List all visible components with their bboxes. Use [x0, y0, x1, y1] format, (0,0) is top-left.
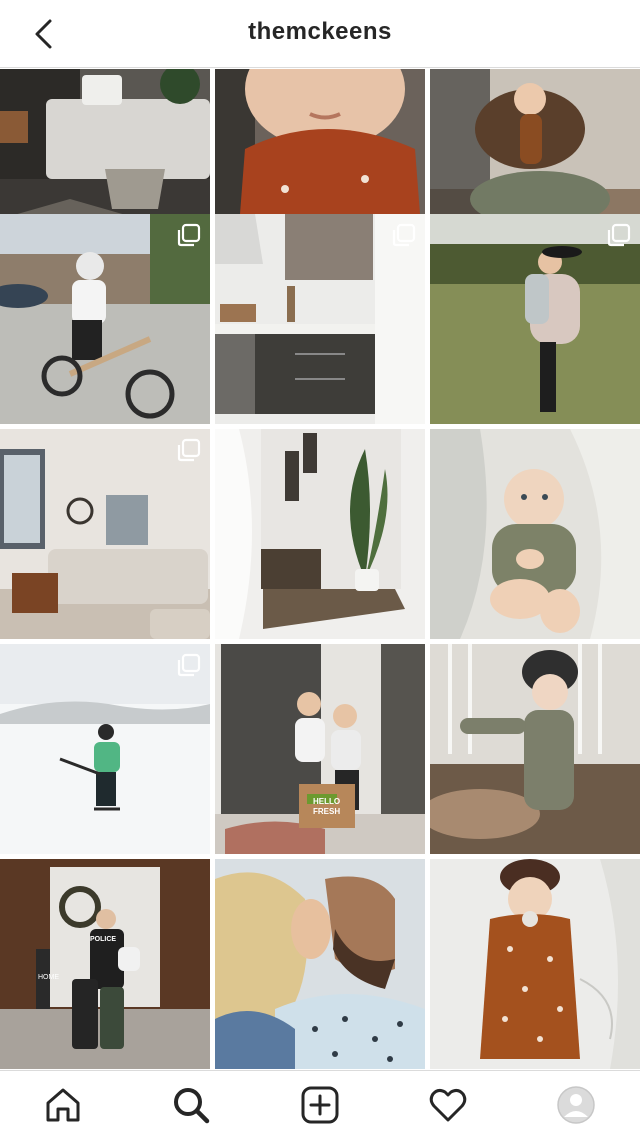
family-on-porch-photo: HOME POLICE — [0, 859, 210, 1069]
baby-on-blanket-photo — [430, 429, 640, 639]
plus-square-icon — [301, 1086, 339, 1124]
multiple-photos-icon — [392, 223, 416, 247]
baby-in-onesie-photo — [430, 859, 640, 1069]
post-thumbnail-11[interactable]: HELLO FRESH — [215, 644, 425, 854]
tab-search[interactable] — [167, 1081, 215, 1129]
post-thumbnail-5[interactable] — [215, 214, 425, 424]
post-thumbnail-9[interactable] — [430, 429, 640, 639]
police-vest-text: POLICE — [90, 936, 116, 943]
entryway-photo — [215, 429, 425, 639]
post-thumbnail-15[interactable] — [430, 859, 640, 1069]
baby-in-crib-room-photo — [430, 644, 640, 854]
home-sign-text: HOME — [38, 974, 59, 981]
heart-icon — [429, 1088, 467, 1122]
post-thumbnail-10[interactable] — [0, 644, 210, 854]
post-grid: HELLO FRESH HOME POLICE — [0, 69, 640, 1069]
tab-profile[interactable] — [552, 1081, 600, 1129]
home-icon — [46, 1088, 80, 1122]
multiple-photos-icon — [177, 438, 201, 462]
profile-username-title: themckeens — [248, 18, 392, 45]
couple-kissing-photo — [215, 859, 425, 1069]
box-label-hello: HELLO — [313, 797, 340, 806]
tab-home[interactable] — [39, 1081, 87, 1129]
tab-new-post[interactable] — [296, 1081, 344, 1129]
post-thumbnail-6[interactable] — [430, 214, 640, 424]
avatar-icon — [557, 1086, 595, 1124]
post-thumbnail-12[interactable] — [430, 644, 640, 854]
post-thumbnail-8[interactable] — [215, 429, 425, 639]
kids-with-box-photo: HELLO FRESH — [215, 644, 425, 854]
search-icon — [174, 1088, 210, 1124]
multiple-photos-icon — [177, 653, 201, 677]
box-label-fresh: FRESH — [313, 807, 340, 816]
tab-activity[interactable] — [424, 1081, 472, 1129]
bottom-tab-bar — [0, 1070, 640, 1138]
post-thumbnail-14[interactable] — [215, 859, 425, 1069]
post-thumbnail-13[interactable]: HOME POLICE — [0, 859, 210, 1069]
multiple-photos-icon — [607, 223, 631, 247]
app-header: themckeens — [0, 0, 640, 68]
post-thumbnail-7[interactable] — [0, 429, 210, 639]
multiple-photos-icon — [177, 223, 201, 247]
post-thumbnail-4[interactable] — [0, 214, 210, 424]
